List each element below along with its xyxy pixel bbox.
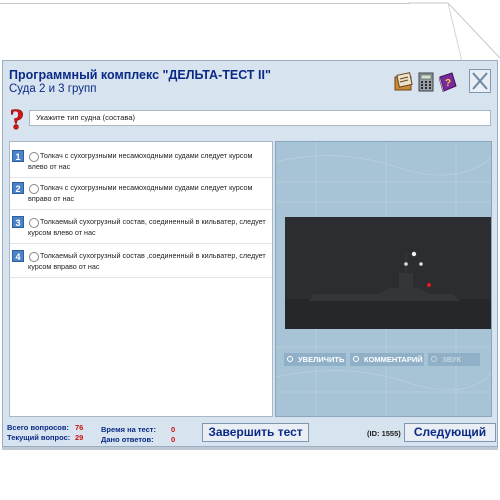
answers-given-label: Дано ответов: — [101, 435, 154, 444]
vessel-night-image — [285, 217, 491, 329]
answer-option-4[interactable]: 4 Толкаемый сухогрузный состав ,соединен… — [10, 247, 272, 278]
next-button[interactable]: Следующий — [404, 423, 496, 442]
answer-option-3[interactable]: 3 Толкаемый сухогрузный состав, соединен… — [10, 213, 272, 244]
finish-test-button[interactable]: Завершить тест — [202, 423, 309, 442]
answer-option-1[interactable]: 1 Толкач с сухогрузными несамоходными су… — [10, 147, 272, 178]
window-shadow — [2, 447, 498, 450]
answer-number: 4 — [12, 250, 24, 262]
calculator-book-icon[interactable] — [393, 71, 415, 93]
answer-text: Толкаемый сухогрузный состав, соединенны… — [28, 217, 266, 237]
answer-number: 1 — [12, 150, 24, 162]
zoom-label: УВЕЛИЧИТЬ — [298, 355, 345, 364]
total-questions-label: Всего вопросов: — [7, 423, 69, 432]
test-time-value: 0 — [171, 425, 176, 434]
answer-text: Толкаемый сухогрузный состав ,соединенны… — [28, 251, 266, 271]
magnifier-icon — [287, 356, 293, 362]
main-window: Программный комплекс "ДЕЛЬТА-ТЕСТ II" Су… — [2, 60, 498, 447]
close-icon[interactable] — [469, 69, 491, 93]
question-text: Укажите тип судна (состава) — [29, 110, 491, 126]
current-question-label: Текущий вопрос: — [7, 433, 71, 442]
answer-number: 3 — [12, 216, 24, 228]
answers-panel: 1 Толкач с сухогрузными несамоходными су… — [9, 141, 273, 417]
answers-given-value: 0 — [171, 435, 176, 444]
answer-text: Толкач с сухогрузными несамоходными суда… — [28, 151, 253, 171]
sound-button[interactable]: ЗВУК — [428, 353, 480, 366]
question-mark-icon: ? — [9, 103, 25, 136]
magnifier-icon — [431, 356, 437, 362]
total-questions-value: 76 — [75, 423, 84, 432]
status-bar: Всего вопросов: 76 Текущий вопрос: 29 Вр… — [3, 419, 497, 446]
comment-button[interactable]: КОММЕНТАРИЙ — [350, 353, 424, 366]
current-question-value: 29 — [75, 433, 84, 442]
answer-option-2[interactable]: 2 Толкач с сухогрузными несамоходными су… — [10, 179, 272, 210]
frame-line — [0, 3, 410, 4]
zoom-button[interactable]: УВЕЛИЧИТЬ — [284, 353, 346, 366]
svg-text:?: ? — [10, 103, 25, 136]
comment-label: КОММЕНТАРИЙ — [364, 355, 423, 364]
question-id: (ID: 1555) — [367, 429, 401, 438]
calculator-icon[interactable] — [415, 71, 437, 93]
answer-number: 2 — [12, 182, 24, 194]
image-panel: УВЕЛИЧИТЬ КОММЕНТАРИЙ ЗВУК — [275, 141, 492, 417]
svg-text:?: ? — [445, 78, 451, 89]
sound-label: ЗВУК — [442, 355, 462, 364]
help-book-icon[interactable]: ? — [437, 71, 459, 93]
window-subtitle: Суда 2 и 3 групп — [9, 83, 97, 95]
window-title: Программный комплекс "ДЕЛЬТА-ТЕСТ II" — [9, 68, 271, 82]
test-time-label: Время на тест: — [101, 425, 156, 434]
magnifier-icon — [353, 356, 359, 362]
answer-text: Толкач с сухогрузными несамоходными суда… — [28, 183, 253, 203]
